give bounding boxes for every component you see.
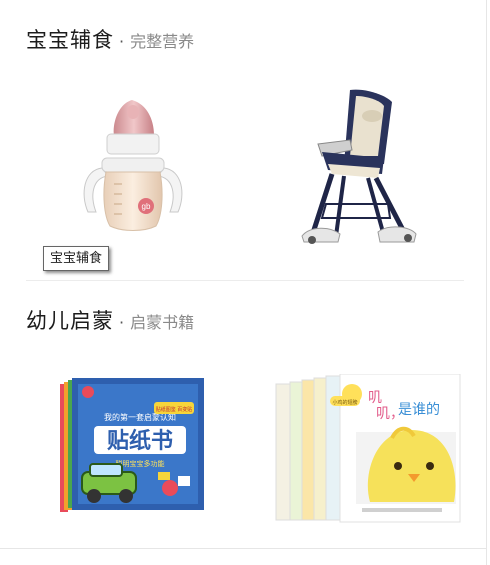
board-book-title-3: 是谁的 [398, 402, 440, 418]
section-title[interactable]: 宝宝辅食 [26, 24, 114, 54]
product-baby-bottle[interactable]: gb [74, 94, 190, 234]
bottle-brand-mark: gb [142, 202, 151, 211]
product-sticker-book[interactable]: 我的第一套启蒙认知 贴纸书 聪明宝宝多功能 贴纸图鉴 百变贴 [58, 376, 208, 516]
board-book-title-1: 叽 [368, 390, 382, 406]
baby-bottle-image: gb [83, 100, 183, 231]
sticker-book-image: 我的第一套启蒙认知 贴纸书 聪明宝宝多功能 贴纸图鉴 百变贴 [60, 378, 204, 512]
section-header[interactable]: 幼儿启蒙 · 启蒙书籍 [26, 305, 194, 335]
section-title[interactable]: 幼儿启蒙 [26, 305, 114, 335]
board-books-image: 叽 叽， 是谁的 小鸡的翅膀 [275, 373, 461, 523]
section-subtitle[interactable]: 启蒙书籍 [130, 309, 194, 333]
section-header[interactable]: 宝宝辅食 · 完整营养 [26, 24, 194, 54]
section-separator: · [119, 313, 125, 332]
sticker-book-title: 贴纸书 [107, 428, 173, 454]
recommend-panel: 宝宝辅食 · 完整营养 gb 宝宝辅食 幼儿启蒙 · 启蒙书籍 我的第一套启蒙认… [0, 0, 486, 565]
hover-tooltip: 宝宝辅食 [43, 246, 110, 271]
product-high-chair[interactable] [292, 86, 422, 246]
right-border [486, 0, 487, 565]
product-board-books[interactable]: 叽 叽， 是谁的 小鸡的翅膀 [272, 373, 462, 526]
sticker-book-tag: 贴纸图鉴 百变贴 [156, 406, 193, 413]
bottom-divider [0, 548, 486, 549]
high-chair-image [301, 89, 417, 244]
section-separator: · [119, 32, 125, 51]
section-divider [26, 280, 464, 281]
board-book-badge: 小鸡的翅膀 [332, 399, 357, 406]
section-subtitle[interactable]: 完整营养 [130, 28, 194, 52]
